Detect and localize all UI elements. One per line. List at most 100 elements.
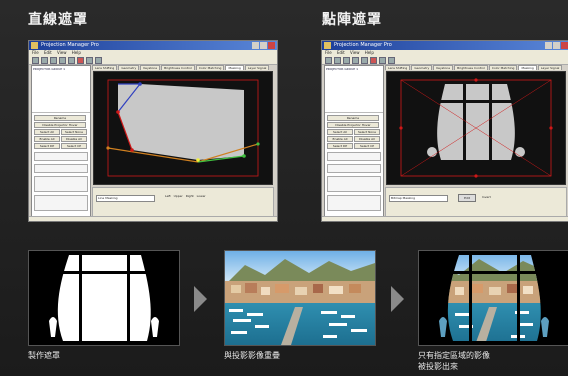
check-lower[interactable]: Lower <box>197 194 206 198</box>
rename-button[interactable]: Rename <box>327 115 379 121</box>
menu-help[interactable]: Help <box>72 50 81 55</box>
tab-layer-signal[interactable]: Layer Signal <box>537 65 563 70</box>
select-cp-button[interactable]: Select CP <box>354 143 380 149</box>
mask-handle[interactable] <box>549 126 553 130</box>
disable-hover-button[interactable]: Disable Projector Hover <box>327 122 379 128</box>
mask-handle[interactable] <box>138 82 142 86</box>
line-mask-preview-canvas[interactable] <box>93 71 273 185</box>
tab-color-matching[interactable]: Color Matching <box>488 65 518 70</box>
side-field-2[interactable] <box>327 164 381 173</box>
save-icon[interactable] <box>343 56 350 64</box>
menu-help[interactable]: Help <box>365 50 374 55</box>
mask-type-select[interactable]: Line Masking <box>96 195 155 202</box>
maximize-icon[interactable] <box>260 42 267 49</box>
copy-icon[interactable] <box>68 56 75 64</box>
cut-icon[interactable] <box>59 56 66 64</box>
minimize-icon[interactable] <box>252 42 259 49</box>
select-none-button[interactable]: Select None <box>354 129 380 135</box>
new-icon[interactable] <box>32 56 39 64</box>
open-icon[interactable] <box>334 56 341 64</box>
disable-hover-button[interactable]: Disable Projector Hover <box>34 122 86 128</box>
cut-icon[interactable] <box>352 56 359 64</box>
mask-type-select[interactable]: Bitmap Masking <box>389 195 448 202</box>
window-mullion <box>127 255 130 341</box>
stop-icon[interactable] <box>77 56 84 64</box>
tab-geometry[interactable]: Geometry <box>118 65 140 70</box>
window-controls <box>545 42 568 49</box>
tab-keystone[interactable]: Keystone <box>433 65 454 70</box>
settings-icon[interactable] <box>388 56 395 64</box>
mask-handle[interactable] <box>242 154 246 158</box>
bitmap-masking-app-window: Projection Manager Pro File Edit View He… <box>321 40 568 222</box>
enable-all-button[interactable]: Enable All <box>34 136 60 142</box>
step-arrow-icon <box>194 286 207 312</box>
close-icon[interactable] <box>561 42 568 49</box>
settings-icon[interactable] <box>95 56 102 64</box>
disable-all-button[interactable]: Disable All <box>354 136 380 142</box>
line-mask-drawing <box>106 79 260 177</box>
side-field-1[interactable] <box>327 152 381 161</box>
select-dp-button[interactable]: Select DP <box>34 143 60 149</box>
mask-handle[interactable] <box>116 110 120 114</box>
minimize-icon[interactable] <box>545 42 552 49</box>
refresh-icon[interactable] <box>86 56 93 64</box>
check-upper[interactable]: Upper <box>174 194 183 198</box>
mask-handle[interactable] <box>474 174 478 178</box>
copy-icon[interactable] <box>361 56 368 64</box>
disable-all-button[interactable]: Disable All <box>61 136 87 142</box>
window-title: Projection Manager Pro <box>334 42 392 48</box>
stop-icon[interactable] <box>370 56 377 64</box>
mask-illustration <box>29 251 179 345</box>
mask-handle[interactable] <box>196 158 200 162</box>
tab-keystone[interactable]: Keystone <box>140 65 161 70</box>
harbor-photo <box>225 251 375 345</box>
save-icon[interactable] <box>50 56 57 64</box>
select-none-button[interactable]: Select None <box>61 129 87 135</box>
select-all-button[interactable]: Select All <box>327 129 353 135</box>
menu-edit[interactable]: Edit <box>337 50 345 55</box>
tree-item-projector-group[interactable]: PROJECTOR GROUP 1 <box>33 67 65 71</box>
step3-caption: 只有指定區域的影像 被投影出來 <box>418 350 490 372</box>
check-left[interactable]: Left <box>165 194 171 198</box>
tab-masking[interactable]: Masking <box>225 65 244 70</box>
line-masking-app-window: Projection Manager Pro File Edit View He… <box>28 40 278 222</box>
mask-handle[interactable] <box>256 142 260 146</box>
tree-item-projector-group[interactable]: PROJECTOR GROUP 1 <box>326 67 358 71</box>
tab-masking[interactable]: Masking <box>518 65 537 70</box>
mask-handle[interactable] <box>474 78 478 82</box>
close-icon[interactable] <box>268 42 275 49</box>
select-all-button[interactable]: Select All <box>34 129 60 135</box>
select-dp-button[interactable]: Select DP <box>327 143 353 149</box>
tab-lens-shifting[interactable]: Lens Shifting <box>385 65 411 70</box>
side-options-box-2 <box>327 195 381 211</box>
new-icon[interactable] <box>325 56 332 64</box>
select-cp-button[interactable]: Select CP <box>61 143 87 149</box>
side-field-1[interactable] <box>34 152 88 161</box>
rename-button[interactable]: Rename <box>34 115 86 121</box>
tab-layer-signal[interactable]: Layer Signal <box>244 65 270 70</box>
side-field-2[interactable] <box>34 164 88 173</box>
mask-handle[interactable] <box>130 148 134 152</box>
menu-view[interactable]: View <box>57 50 67 55</box>
tab-brightness[interactable]: Brightness Control <box>454 65 488 70</box>
tab-brightness[interactable]: Brightness Control <box>161 65 195 70</box>
tab-lens-shifting[interactable]: Lens Shifting <box>92 65 118 70</box>
check-right[interactable]: Right <box>186 194 194 198</box>
tab-geometry[interactable]: Geometry <box>411 65 433 70</box>
menu-file[interactable]: File <box>32 50 39 55</box>
step1-caption: 製作遮罩 <box>28 351 60 360</box>
mask-handle[interactable] <box>399 126 403 130</box>
menu-view[interactable]: View <box>350 50 360 55</box>
mask-settings-panel: Bitmap Masking Edit Invert <box>385 187 567 219</box>
tab-color-matching[interactable]: Color Matching <box>195 65 225 70</box>
enable-all-button[interactable]: Enable All <box>327 136 353 142</box>
bitmap-mask-preview-canvas[interactable] <box>386 71 566 185</box>
menu-edit[interactable]: Edit <box>44 50 52 55</box>
edit-mask-button[interactable]: Edit <box>458 194 476 202</box>
open-icon[interactable] <box>41 56 48 64</box>
maximize-icon[interactable] <box>553 42 560 49</box>
mask-handle[interactable] <box>106 146 110 150</box>
invert-checkbox[interactable]: Invert <box>482 195 491 199</box>
refresh-icon[interactable] <box>379 56 386 64</box>
menu-file[interactable]: File <box>325 50 332 55</box>
